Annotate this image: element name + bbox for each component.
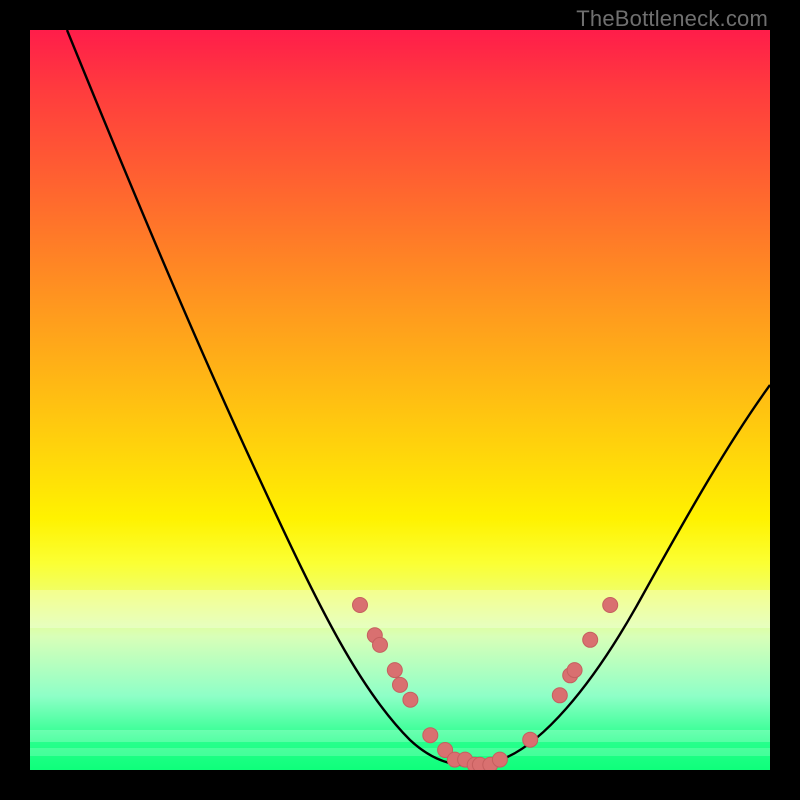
curve-marker <box>387 663 402 678</box>
curve-marker <box>583 632 598 647</box>
curve-marker <box>552 688 567 703</box>
marker-group <box>353 598 618 771</box>
chart-frame: TheBottleneck.com <box>0 0 800 800</box>
curve-marker <box>523 732 538 747</box>
curve-svg <box>30 30 770 770</box>
plot-area <box>30 30 770 770</box>
watermark-text: TheBottleneck.com <box>576 6 768 32</box>
curve-marker <box>567 663 582 678</box>
curve-marker <box>373 637 388 652</box>
curve-marker <box>353 598 368 613</box>
curve-marker <box>492 752 507 767</box>
curve-marker <box>403 692 418 707</box>
bottleneck-curve-path <box>67 30 770 765</box>
curve-marker <box>423 728 438 743</box>
curve-marker <box>393 677 408 692</box>
curve-marker <box>603 598 618 613</box>
